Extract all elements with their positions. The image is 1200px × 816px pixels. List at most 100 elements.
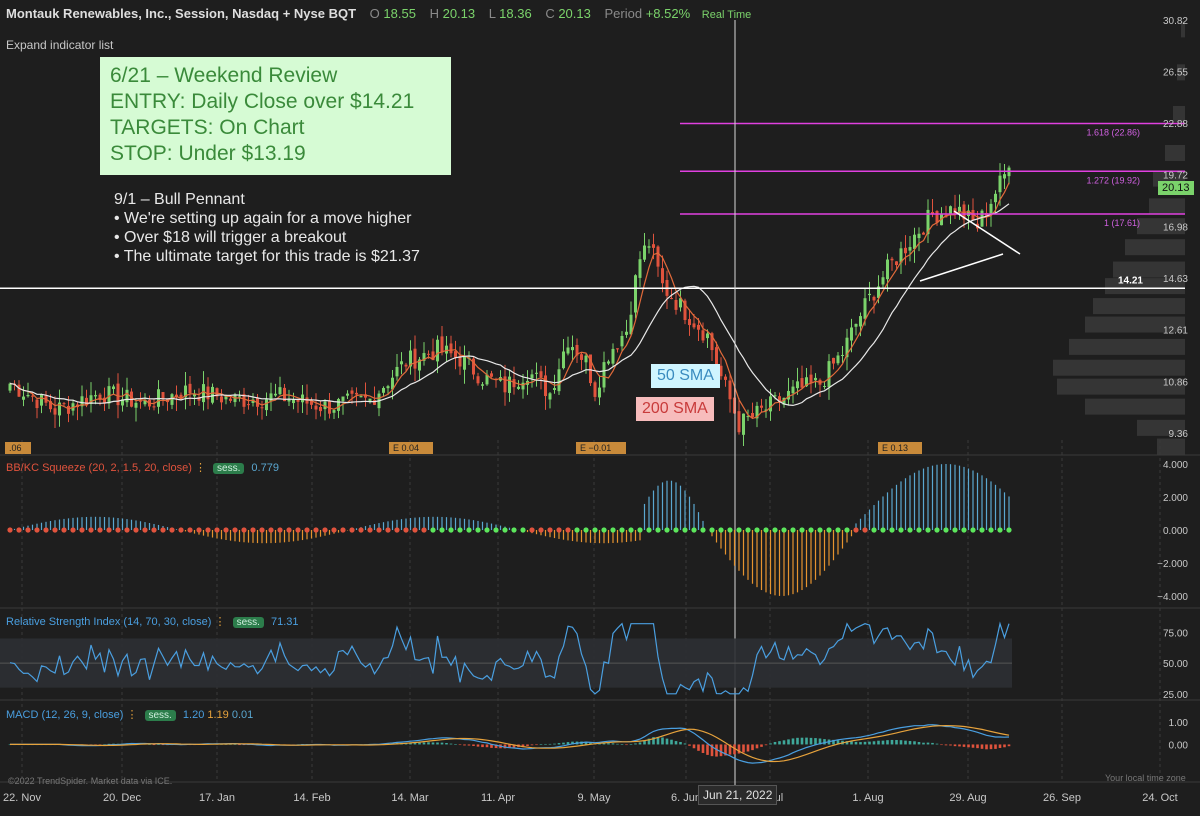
- candle-body: [449, 343, 453, 354]
- macd-hist-bar: [634, 743, 637, 745]
- candle-body: [134, 402, 138, 408]
- candle-body: [994, 193, 997, 203]
- rsi-name: Relative Strength Index (14, 70, 30, clo…: [6, 616, 212, 628]
- macd-hist-bar: [791, 738, 795, 745]
- squeeze-dot: [763, 527, 769, 533]
- macd-name: MACD (12, 26, 9, close): [6, 709, 124, 721]
- squeeze-dot: [898, 527, 904, 533]
- macd-hist-bar: [980, 744, 984, 749]
- candle-body: [935, 211, 939, 223]
- macd-hist-bar: [926, 742, 930, 745]
- candle-body: [787, 390, 790, 400]
- macd-hist-bar: [697, 744, 700, 751]
- squeeze-dot: [691, 527, 697, 533]
- macd-tick-label: 1.00: [1169, 718, 1189, 729]
- candle-body: [868, 293, 871, 296]
- weekend-review-note: 6/21 – Weekend Review ENTRY: Daily Close…: [100, 57, 451, 175]
- candle-body: [287, 399, 291, 402]
- macd-hist-bar: [976, 744, 979, 749]
- close-label: C: [545, 6, 555, 21]
- candle-body: [188, 383, 192, 393]
- volume-profile-bar: [1125, 239, 1185, 256]
- squeeze-dot: [565, 527, 571, 533]
- squeeze-dot: [7, 527, 13, 533]
- candle-body: [544, 375, 547, 397]
- candle-body: [382, 387, 385, 393]
- squeeze-dot: [745, 527, 751, 533]
- macd-hist-bar: [809, 737, 813, 745]
- candle-body: [602, 362, 606, 388]
- candle-body: [476, 376, 480, 384]
- squeeze-dot: [988, 527, 994, 533]
- candle-body: [908, 247, 912, 251]
- candle-body: [530, 374, 534, 379]
- time-tick-label: 1. Aug: [852, 792, 883, 804]
- squeeze-dot: [790, 527, 796, 533]
- macd-hist-bar: [796, 737, 799, 745]
- rsi-indicator-label[interactable]: Relative Strength Index (14, 70, 30, clo…: [6, 615, 299, 628]
- rsi-value: 71.31: [270, 616, 299, 628]
- candle-body: [728, 380, 732, 400]
- squeeze-dot: [862, 527, 868, 533]
- candle-body: [346, 393, 349, 396]
- copyright-note: ©2022 TrendSpider. Market data via ICE.: [8, 776, 173, 786]
- squeeze-dot: [448, 527, 454, 533]
- note-line: • Over $18 will trigger a breakout: [114, 229, 347, 246]
- squeeze-indicator-label[interactable]: BB/KC Squeeze (20, 2, 1.5, 20, close) ⋮ …: [6, 461, 279, 474]
- settings-icon[interactable]: ⋮: [126, 709, 137, 721]
- candle-body: [674, 299, 678, 310]
- squeeze-dot: [718, 527, 724, 533]
- squeeze-dot: [673, 527, 679, 533]
- squeeze-dot: [736, 527, 742, 533]
- candle-body: [161, 392, 165, 399]
- settings-icon[interactable]: ⋮: [215, 616, 226, 628]
- macd-hist-bar: [787, 739, 790, 745]
- candle-body: [980, 210, 984, 227]
- candle-body: [400, 361, 403, 365]
- macd-hist-bar: [971, 744, 975, 748]
- note-line: • We're setting up again for a move high…: [114, 210, 412, 227]
- squeeze-dot: [232, 527, 238, 533]
- high-value: 20.13: [442, 6, 476, 21]
- squeeze-dot: [160, 527, 166, 533]
- candle-body: [427, 353, 430, 355]
- squeeze-dot: [556, 527, 562, 533]
- squeeze-dot: [961, 527, 967, 533]
- squeeze-dot: [475, 527, 481, 533]
- squeeze-dot: [934, 527, 940, 533]
- macd-indicator-label[interactable]: MACD (12, 26, 9, close) ⋮ sess. 1.20 1.1…: [6, 708, 253, 721]
- squeeze-dot: [826, 527, 832, 533]
- macd-hist-bar: [688, 744, 691, 746]
- macd-hist-bar: [1007, 744, 1011, 747]
- candle-body: [8, 383, 12, 391]
- expand-indicator-list[interactable]: Expand indicator list: [6, 38, 113, 52]
- macd-hist-bar: [746, 744, 750, 752]
- macd-hist-bar: [958, 744, 961, 747]
- sess-badge[interactable]: sess.: [144, 710, 176, 721]
- macd-hist-bar: [701, 744, 705, 753]
- sess-badge[interactable]: sess.: [213, 463, 245, 474]
- macd-hist-bar: [751, 744, 754, 751]
- note-line: ENTRY: Daily Close over $14.21: [110, 90, 415, 113]
- settings-icon[interactable]: ⋮: [195, 462, 206, 474]
- macd-hist-bar: [890, 739, 894, 745]
- squeeze-dot: [538, 527, 544, 533]
- squeeze-dot: [754, 527, 760, 533]
- candle-body: [863, 298, 867, 319]
- squeeze-dot: [925, 527, 931, 533]
- squeeze-dot: [979, 527, 985, 533]
- candle-body: [62, 403, 66, 405]
- macd-hist-bar: [800, 737, 804, 745]
- signal-value: 1.19: [207, 709, 229, 721]
- time-tick-label: 20. Dec: [103, 792, 141, 804]
- candle-body: [107, 386, 111, 404]
- candle-body: [701, 330, 705, 341]
- squeeze-dot: [259, 527, 265, 533]
- note-line: 6/21 – Weekend Review: [110, 64, 338, 87]
- price-tick-label: 9.36: [1169, 429, 1189, 440]
- candle-body: [463, 356, 466, 370]
- candle-body: [611, 348, 615, 364]
- fib-level-label: 1.618 (22.86): [1086, 128, 1140, 138]
- sess-badge[interactable]: sess.: [232, 617, 264, 628]
- candle-body: [413, 348, 417, 369]
